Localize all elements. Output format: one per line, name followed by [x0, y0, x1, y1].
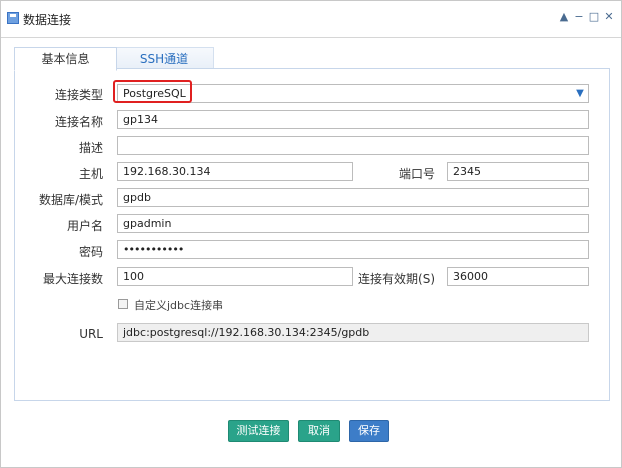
minimize-icon[interactable]: − — [572, 9, 586, 25]
connection-type-select[interactable]: PostgreSQL — [117, 84, 589, 103]
max-connections-label: 最大连接数 — [42, 272, 103, 286]
connection-validity-input[interactable]: 36000 — [447, 267, 589, 286]
maximize-icon[interactable]: □ — [587, 9, 601, 25]
tab-basic-info[interactable]: 基本信息 — [14, 47, 117, 71]
description-label: 描述 — [78, 141, 103, 155]
tab-ssh-tunnel[interactable]: SSH通道 — [115, 47, 214, 70]
chevron-down-icon[interactable]: ▼ — [571, 85, 589, 102]
database-schema-input[interactable]: gpdb — [117, 188, 589, 207]
connection-name-label: 连接名称 — [54, 115, 103, 129]
data-connection-dialog: 数据连接 ▲ − □ ✕ 基本信息 SSH通道 连接类型 PostgreSQL … — [0, 0, 622, 468]
host-label: 主机 — [78, 167, 103, 181]
password-label: 密码 — [78, 245, 103, 259]
connection-validity-label: 连接有效期(S) — [358, 272, 435, 286]
save-icon — [7, 12, 19, 24]
description-input[interactable] — [117, 136, 589, 155]
url-label: URL — [79, 327, 103, 341]
custom-jdbc-checkbox-label[interactable]: 自定义jdbc连接串 — [134, 297, 223, 313]
username-label: 用户名 — [66, 219, 103, 233]
database-schema-label: 数据库/模式 — [38, 193, 103, 207]
save-button[interactable]: 保存 — [349, 420, 389, 442]
max-connections-input[interactable]: 100 — [117, 267, 353, 286]
collapse-icon[interactable]: ▲ — [557, 9, 571, 25]
port-label: 端口号 — [398, 167, 435, 181]
port-input[interactable]: 2345 — [447, 162, 589, 181]
cancel-button[interactable]: 取消 — [298, 420, 340, 442]
test-connection-button[interactable]: 测试连接 — [228, 420, 289, 442]
url-field[interactable]: jdbc:postgresql://192.168.30.134:2345/gp… — [117, 323, 589, 342]
host-input[interactable]: 192.168.30.134 — [117, 162, 353, 181]
connection-name-input[interactable]: gp134 — [117, 110, 589, 129]
custom-jdbc-checkbox[interactable] — [118, 299, 128, 309]
connection-type-label: 连接类型 — [54, 88, 103, 102]
close-icon[interactable]: ✕ — [602, 9, 616, 25]
username-input[interactable]: gpadmin — [117, 214, 589, 233]
password-input[interactable]: ••••••••••• — [117, 240, 589, 259]
dialog-titlebar[interactable]: 数据连接 ▲ − □ ✕ — [1, 1, 621, 38]
dialog-title: 数据连接 — [23, 13, 72, 27]
